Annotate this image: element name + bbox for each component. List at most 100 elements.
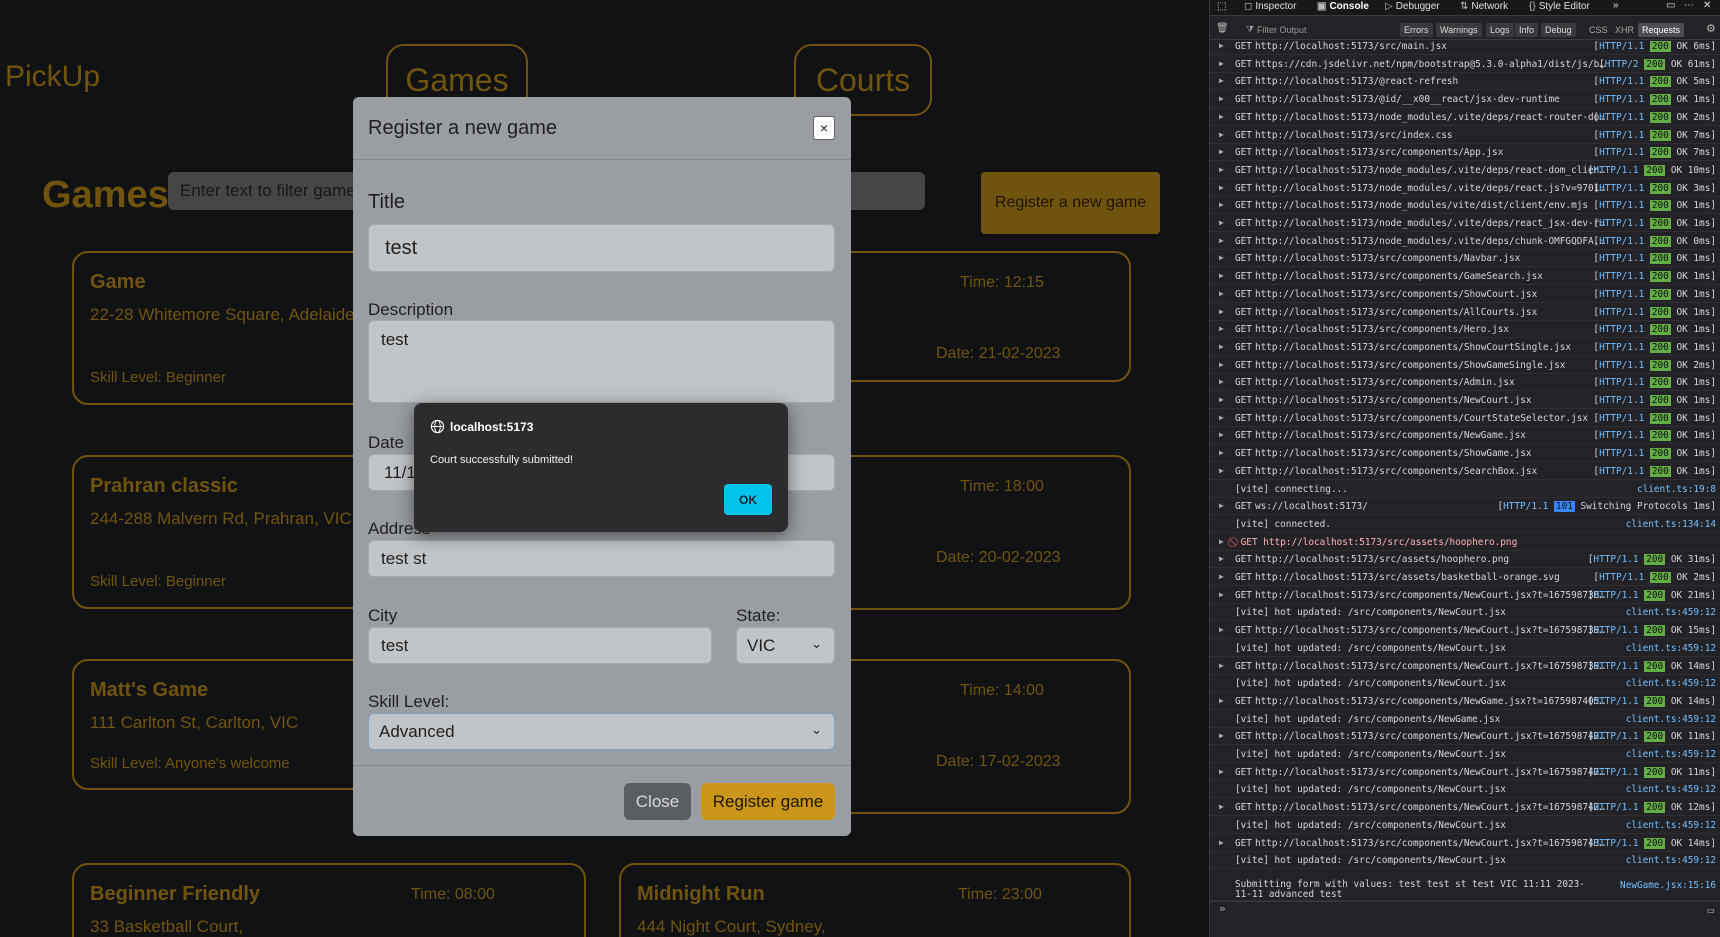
log-source-link[interactable]: client.ts:459:12 [1626,784,1716,795]
expand-triangle-icon[interactable]: ▶ [1219,501,1224,510]
log-source-link[interactable]: NewGame.jsx:15:16 [1620,880,1716,891]
console-log-row[interactable]: ▶ GET http://localhost:5173/src/components… [1210,339,1720,356]
console-log-row[interactable]: ▶ GET http://localhost:5173/src/components… [1210,445,1720,463]
console-log-row[interactable]: ▶ GET ws://localhost:5173/[HTTP/1.1 101 Sw… [1210,498,1720,516]
title-input[interactable]: test [368,224,835,272]
console-log-row[interactable]: ▶ GET http://localhost:5173/src/components… [1210,463,1720,480]
expand-triangle-icon[interactable]: ▶ [1219,661,1224,670]
filter-info[interactable]: Info [1515,23,1539,37]
console-input[interactable]: » ▭ [1210,901,1720,921]
request-url[interactable]: http://localhost:5173/src/components/Sho… [1255,342,1607,353]
request-url[interactable]: http://localhost:5173/node_modules/.vite… [1255,165,1607,176]
pick-element-icon[interactable]: ⬚ [1217,1,1226,12]
request-url[interactable]: http://localhost:5173/src/components/New… [1255,625,1607,636]
request-url[interactable]: http://localhost:5173/src/components/Sho… [1255,360,1607,371]
expand-triangle-icon[interactable]: ▶ [1219,838,1224,847]
filter-xhr[interactable]: XHR [1611,23,1638,37]
request-url[interactable]: http://localhost:5173/src/components/New… [1255,838,1607,849]
expand-triangle-icon[interactable]: ▶ [1219,324,1224,333]
console-log-row[interactable]: ▶ GET http://localhost:5173/src/components… [1210,622,1720,640]
request-url[interactable]: http://localhost:5173/node_modules/.vite… [1255,183,1607,194]
tab-console[interactable]: ▣ Console [1317,1,1369,12]
request-url[interactable]: http://localhost:5173/src/main.jsx [1255,41,1607,52]
expand-triangle-icon[interactable]: ▶ [1219,537,1224,546]
expand-triangle-icon[interactable]: ▶ [1219,94,1224,103]
console-log-row[interactable]: ▶ GET http://localhost:5173/src/components… [1210,693,1720,710]
expand-triangle-icon[interactable]: ▶ [1219,307,1224,316]
expand-triangle-icon[interactable]: ▶ [1219,130,1224,139]
log-source-link[interactable]: client.ts:459:12 [1626,749,1716,760]
expand-triangle-icon[interactable]: ▶ [1219,218,1224,227]
expand-triangle-icon[interactable]: ▶ [1219,731,1224,740]
request-url[interactable]: http://localhost:5173/src/components/Sea… [1255,466,1607,477]
console-log-row[interactable]: ▶ GET http://localhost:5173/src/components… [1210,144,1720,162]
log-source-link[interactable]: client.ts:459:12 [1626,607,1716,618]
console-log-row[interactable]: ▶ GET http://localhost:5173/node_modules/.… [1210,233,1720,250]
expand-triangle-icon[interactable]: ▶ [1219,147,1224,156]
expand-triangle-icon[interactable]: ▶ [1219,377,1224,386]
console-log-row[interactable]: ▶ GET http://localhost:5173/src/components… [1210,799,1720,817]
expand-triangle-icon[interactable]: ▶ [1219,271,1224,280]
console-log-row[interactable]: ▶ GET http://localhost:5173/src/components… [1210,587,1720,604]
log-source-link[interactable]: client.ts:459:12 [1626,855,1716,866]
request-url[interactable]: http://localhost:5173/src/assets/hoopher… [1255,554,1607,565]
filter-output-input[interactable]: Filter Output [1257,25,1307,35]
request-url[interactable]: http://localhost:5173/src/components/Her… [1255,324,1607,335]
console-log-row[interactable]: ▶ GET http://localhost:5173/src/components… [1210,764,1720,781]
console-log-row[interactable]: ▶ GET http://localhost:5173/node_modules/.… [1210,109,1720,126]
split-console-icon[interactable]: ▭ [1707,904,1714,917]
request-url[interactable]: http://localhost:5173/src/components/New… [1255,731,1607,742]
expand-triangle-icon[interactable]: ▶ [1219,236,1224,245]
request-url[interactable]: http://localhost:5173/src/components/New… [1255,767,1607,778]
expand-triangle-icon[interactable]: ▶ [1219,289,1224,298]
request-url[interactable]: http://localhost:5173/src/components/New… [1255,590,1607,601]
more-options-icon[interactable]: ⋯ [1684,0,1694,11]
console-log-row[interactable]: ▶ GET http://localhost:5173/src/components… [1210,658,1720,675]
expand-triangle-icon[interactable]: ▶ [1219,430,1224,439]
expand-triangle-icon[interactable]: ▶ [1219,413,1224,422]
state-select[interactable]: VIC ⌄ [736,627,835,664]
request-url[interactable]: http://localhost:5173/src/components/Sho… [1255,448,1607,459]
expand-triangle-icon[interactable]: ▶ [1219,59,1224,68]
console-log-row[interactable]: ▶ GET http://localhost:5173/src/components… [1210,250,1720,268]
close-button[interactable]: Close [624,783,691,820]
console-log-row[interactable]: ▶ GET http://localhost:5173/node_modules/.… [1210,162,1720,179]
console-log-row[interactable]: ▶ GET http://localhost:5173/src/components… [1210,321,1720,339]
console-log-row[interactable]: ▶ GET http://localhost:5173/node_modules/.… [1210,180,1720,197]
expand-triangle-icon[interactable]: ▶ [1219,466,1224,475]
request-url[interactable]: http://localhost:5173/src/components/All… [1255,307,1607,318]
console-log-row[interactable]: ▶ GET http://localhost:5173/src/components… [1210,835,1720,852]
request-url[interactable]: http://localhost:5173/src/assets/basketb… [1255,572,1607,583]
log-source-link[interactable]: client.ts:19:8 [1637,484,1716,495]
request-url[interactable]: http://localhost:5173/src/components/New… [1255,802,1607,813]
request-url[interactable]: http://localhost:5173/src/components/Nav… [1255,253,1607,264]
console-log-row[interactable]: ▶ GET http://localhost:5173/@id/__x00__rea… [1210,91,1720,109]
console-log-row[interactable]: ▶ GET http://localhost:5173/src/components… [1210,410,1720,427]
filter-errors[interactable]: Errors [1400,23,1433,37]
filter-warnings[interactable]: Warnings [1436,23,1482,37]
request-url[interactable]: http://localhost:5173/src/components/New… [1255,696,1607,707]
filter-requests[interactable]: Requests [1638,23,1685,37]
console-log-row[interactable]: ▶ GET http://localhost:5173/src/components… [1210,357,1720,374]
request-url[interactable]: http://localhost:5173/src/index.css [1255,130,1607,141]
skill-level-select[interactable]: Advanced ⌄ [368,713,835,750]
tab-style-editor[interactable]: {} Style Editor [1529,1,1590,12]
console-log-row[interactable]: ▶ GET http://localhost:5173/src/components… [1210,427,1720,445]
filter-logs[interactable]: Logs [1486,23,1514,37]
console-log-row[interactable]: ▶ GET http://localhost:5173/node_modules/.… [1210,215,1720,232]
request-url[interactable]: http://localhost:5173/src/components/Gam… [1255,271,1607,282]
console-log-row[interactable]: ▶ GET http://localhost:5173/src/components… [1210,304,1720,321]
request-url[interactable]: http://localhost:5173/src/components/New… [1255,661,1607,672]
request-url[interactable]: http://localhost:5173/src/components/Adm… [1255,377,1607,388]
expand-triangle-icon[interactable]: ▶ [1219,554,1224,563]
expand-triangle-icon[interactable]: ▶ [1219,360,1224,369]
log-source-link[interactable]: client.ts:459:12 [1626,714,1716,725]
console-log-row[interactable]: ▶ GET http://localhost:5173/src/index.css[… [1210,127,1720,144]
register-game-button[interactable]: Register game [701,783,835,820]
request-url[interactable]: http://localhost:5173/src/components/New… [1255,395,1607,406]
expand-triangle-icon[interactable]: ▶ [1219,253,1224,262]
log-source-link[interactable]: client.ts:459:12 [1626,678,1716,689]
expand-triangle-icon[interactable]: ▶ [1219,448,1224,457]
settings-gear-icon[interactable]: ⚙ [1706,22,1716,35]
expand-triangle-icon[interactable]: ▶ [1219,41,1224,50]
